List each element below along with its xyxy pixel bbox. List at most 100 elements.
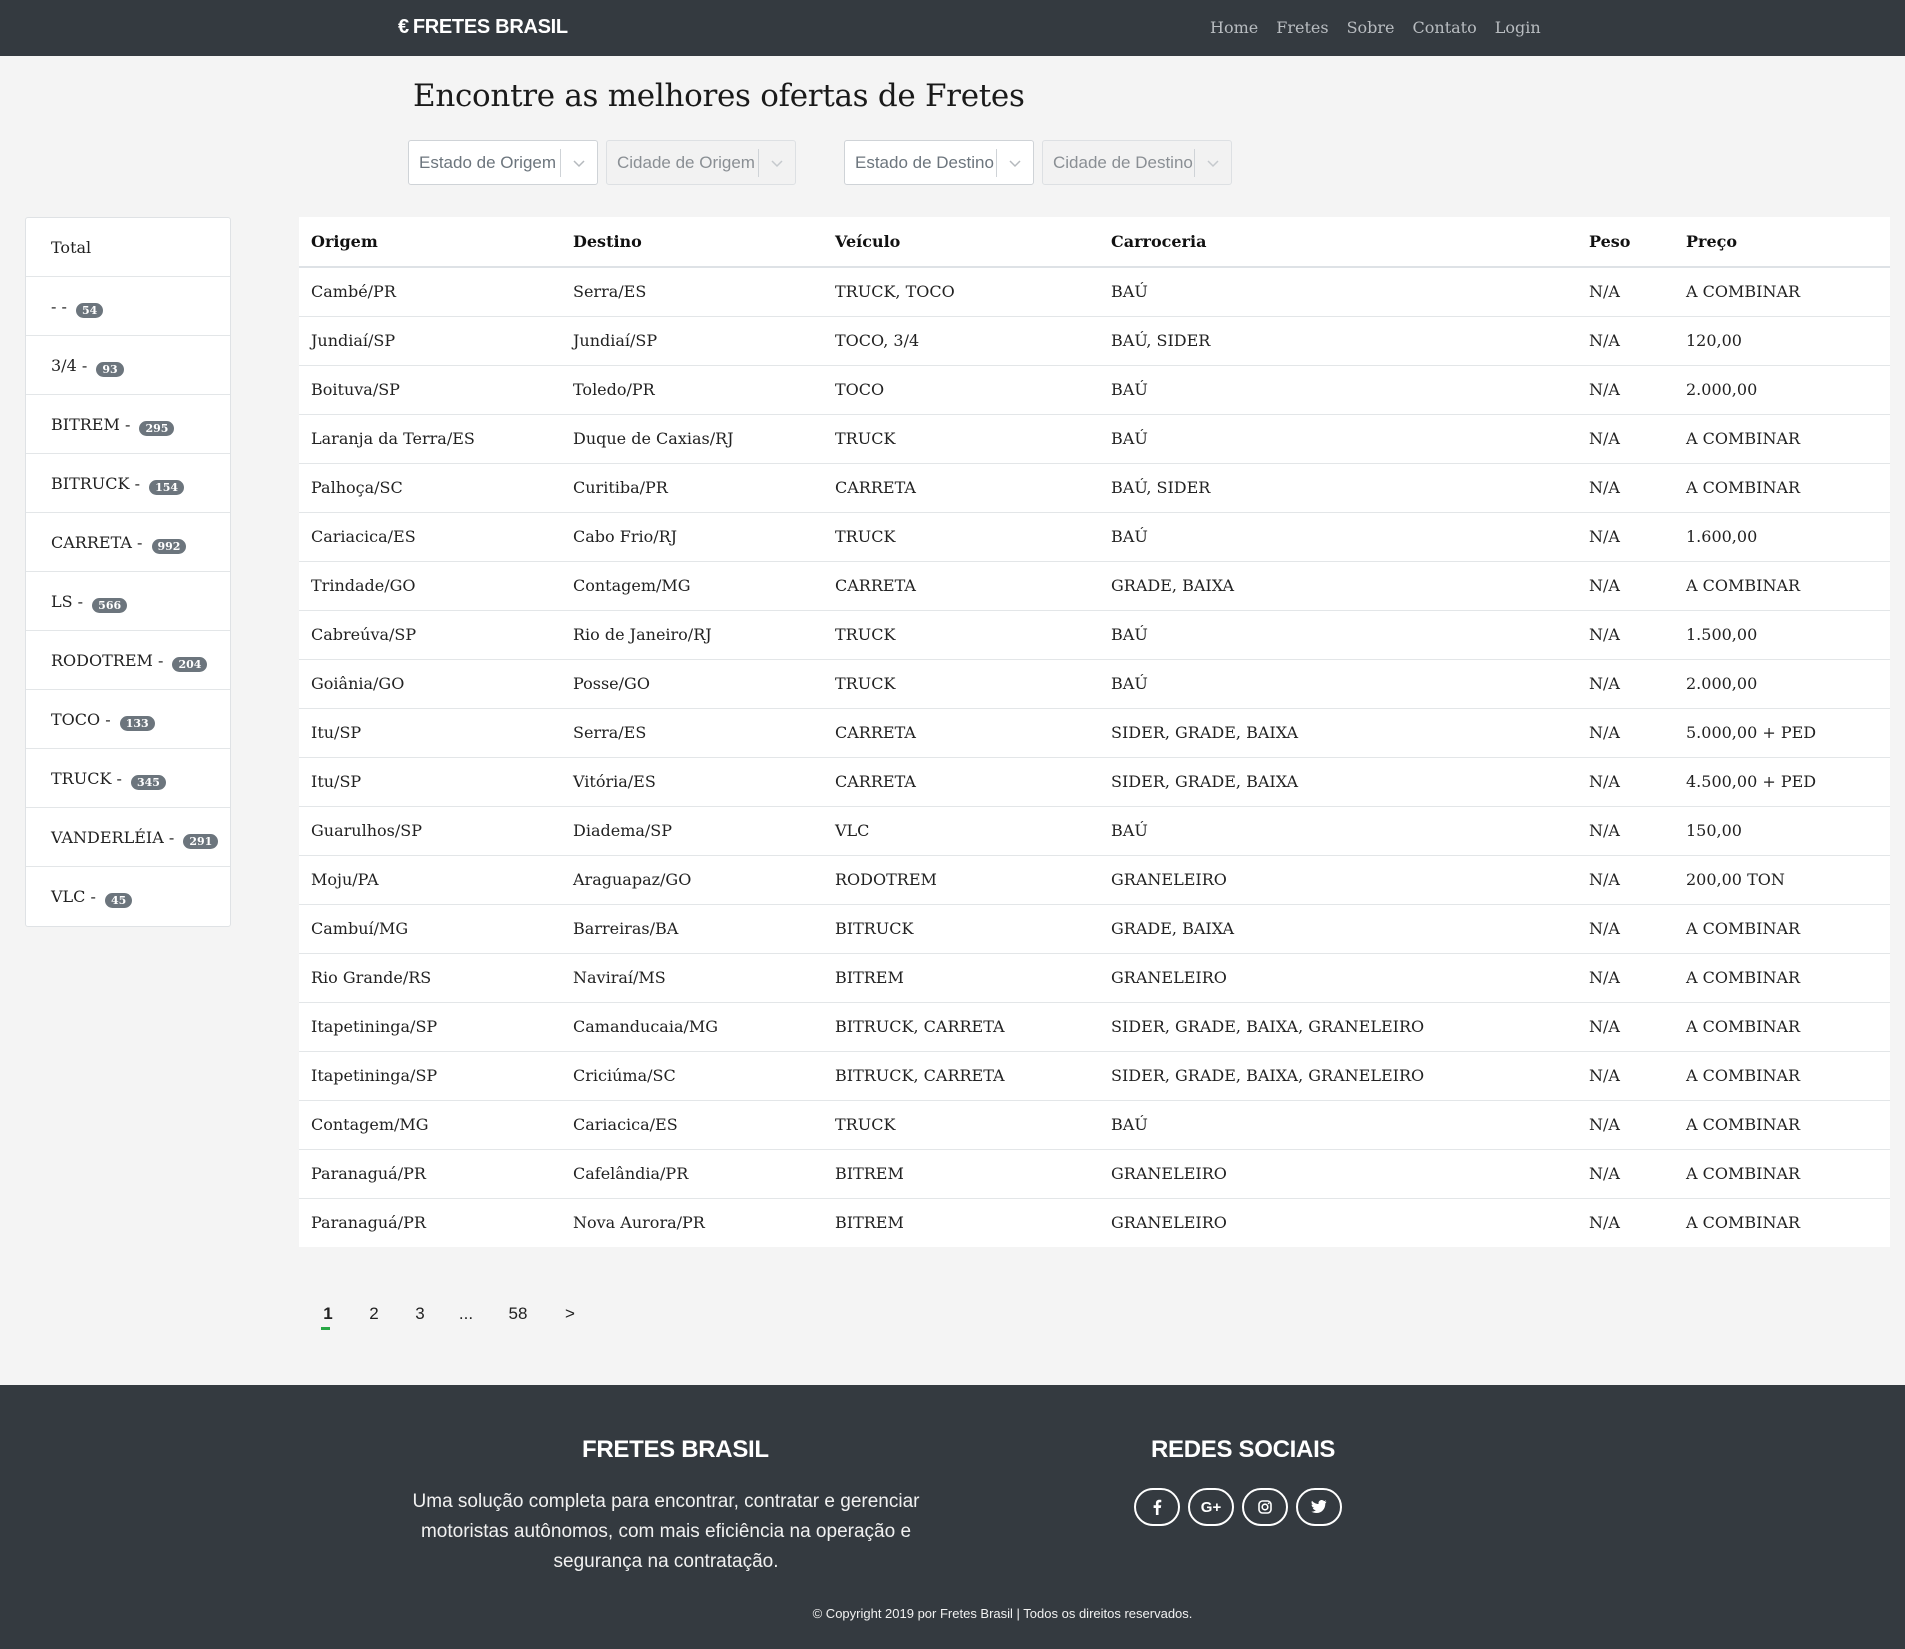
page-ellipsis: ... — [458, 1304, 474, 1323]
estado-destino-select[interactable]: Estado de Destino — [844, 140, 1034, 185]
cell-veiculo: CARRETA — [823, 708, 1099, 758]
sidebar-item[interactable]: LS - 566 — [26, 572, 230, 631]
cell-origem: Cabreúva/SP — [299, 610, 561, 660]
count-badge: 345 — [130, 774, 166, 790]
cell-peso: N/A — [1577, 463, 1674, 513]
instagram-icon[interactable] — [1242, 1488, 1288, 1526]
cell-origem: Moju/PA — [299, 855, 561, 905]
facebook-icon[interactable] — [1134, 1488, 1180, 1526]
table-row[interactable]: Itu/SP Serra/ES CARRETA SIDER, GRADE, BAIXA… — [299, 708, 1890, 758]
nav-link-login[interactable]: Login — [1486, 18, 1550, 37]
cell-peso: N/A — [1577, 561, 1674, 611]
table-row[interactable]: Trindade/GO Contagem/MG CARRETA GRADE, BAIX… — [299, 561, 1890, 611]
sidebar-item-label: LS — [51, 591, 73, 611]
cidade-origem-select[interactable]: Cidade de Origem — [606, 140, 796, 185]
count-badge: 93 — [96, 361, 124, 377]
brand-icon: € — [398, 16, 409, 38]
cell-origem: Goiânia/GO — [299, 659, 561, 709]
twitter-icon[interactable] — [1296, 1488, 1342, 1526]
cell-peso: N/A — [1577, 1002, 1674, 1052]
table-row[interactable]: Cabreúva/SP Rio de Janeiro/RJ TRUCK BAÚ N/A 1… — [299, 610, 1890, 660]
estado-destino-placeholder: Estado de Destino — [855, 152, 994, 172]
brand-logo[interactable]: € FRETES BRASIL — [398, 16, 568, 39]
cell-origem: Guarulhos/SP — [299, 806, 561, 856]
table-row[interactable]: Palhoça/SC Curitiba/PR CARRETA BAÚ, SIDER N/… — [299, 463, 1890, 513]
nav-link-contato[interactable]: Contato — [1404, 18, 1486, 37]
nav-link-sobre[interactable]: Sobre — [1338, 18, 1404, 37]
cell-peso: N/A — [1577, 316, 1674, 366]
table-row[interactable]: Guarulhos/SP Diadema/SP VLC BAÚ N/A 150,00 — [299, 806, 1890, 856]
cell-destino: Serra/ES — [561, 267, 823, 317]
sidebar-item[interactable]: CARRETA - 992 — [26, 513, 230, 572]
table-row[interactable]: Cambé/PR Serra/ES TRUCK, TOCO BAÚ N/A A COMBI… — [299, 267, 1890, 317]
next-page-button[interactable]: > — [547, 1304, 593, 1330]
sidebar-item[interactable]: - - 54 — [26, 277, 230, 336]
table-row[interactable]: Contagem/MG Cariacica/ES TRUCK BAÚ N/A A COMB… — [299, 1100, 1890, 1150]
table-header-row: Origem Destino Veículo Carroceria Peso P… — [299, 217, 1890, 268]
nav-link-fretes[interactable]: Fretes — [1267, 18, 1337, 37]
column-header-peso: Peso — [1577, 217, 1674, 268]
cell-carroceria: GRADE, BAIXA — [1099, 904, 1577, 954]
cell-peso: N/A — [1577, 1100, 1674, 1150]
cell-veiculo: TRUCK — [823, 1100, 1099, 1150]
cell-destino: Serra/ES — [561, 708, 823, 758]
table-row[interactable]: Itapetininga/SP Camanducaia/MG BITRUCK, CA… — [299, 1002, 1890, 1052]
cell-preco: 2.000,00 — [1674, 365, 1890, 415]
cell-origem: Trindade/GO — [299, 561, 561, 611]
table-row[interactable]: Paranaguá/PR Nova Aurora/PR BITREM GRANELEI… — [299, 1198, 1890, 1247]
sidebar-item-label: BITREM — [51, 414, 120, 434]
sidebar-item[interactable]: BITREM - 295 — [26, 395, 230, 454]
cell-preco: A COMBINAR — [1674, 1051, 1890, 1101]
cell-origem: Itu/SP — [299, 757, 561, 807]
table-row[interactable]: Paranaguá/PR Cafelândia/PR BITREM GRANELEIR… — [299, 1149, 1890, 1199]
sidebar-item[interactable]: BITRUCK - 154 — [26, 454, 230, 513]
chevron-down-icon — [771, 160, 783, 168]
table-row[interactable]: Jundiaí/SP Jundiaí/SP TOCO, 3/4 BAÚ, SIDER N… — [299, 316, 1890, 366]
sidebar-item[interactable]: VLC - 45 — [26, 867, 230, 926]
cell-veiculo: TRUCK — [823, 414, 1099, 464]
chevron-down-icon — [573, 160, 585, 168]
cell-carroceria: SIDER, GRADE, BAIXA — [1099, 757, 1577, 807]
page-link-2[interactable]: 2 — [351, 1304, 397, 1330]
sidebar-item-total[interactable]: Total — [26, 218, 230, 277]
nav-link-home[interactable]: Home — [1210, 18, 1267, 37]
table-row[interactable]: Itu/SP Vitória/ES CARRETA SIDER, GRADE, BAI… — [299, 757, 1890, 807]
sidebar-item[interactable]: RODOTREM - 204 — [26, 631, 230, 690]
cell-destino: Cabo Frio/RJ — [561, 512, 823, 562]
table-row[interactable]: Moju/PA Araguapaz/GO RODOTREM GRANELEIRO N/A… — [299, 855, 1890, 905]
page-link-58[interactable]: 58 — [489, 1304, 547, 1330]
table-row[interactable]: Itapetininga/SP Criciúma/SC BITRUCK, CARRE… — [299, 1051, 1890, 1101]
page-link-3[interactable]: 3 — [397, 1304, 443, 1330]
sidebar-item[interactable]: 3/4 - 93 — [26, 336, 230, 395]
table-row[interactable]: Laranja da Terra/ES Duque de Caxias/RJ TRU… — [299, 414, 1890, 464]
table-row[interactable]: Cambuí/MG Barreiras/BA BITRUCK GRADE, BAIXA… — [299, 904, 1890, 954]
table-row[interactable]: Cariacica/ES Cabo Frio/RJ TRUCK BAÚ N/A 1.600… — [299, 512, 1890, 562]
sidebar-item[interactable]: VANDERLÉIA - 291 — [26, 808, 230, 867]
cell-destino: Toledo/PR — [561, 365, 823, 415]
cell-preco: A COMBINAR — [1674, 904, 1890, 954]
select-divider — [996, 149, 997, 177]
cidade-destino-select[interactable]: Cidade de Destino — [1042, 140, 1232, 185]
cell-carroceria: GRANELEIRO — [1099, 953, 1577, 1003]
cell-destino: Cafelândia/PR — [561, 1149, 823, 1199]
nav-links: Home Fretes Sobre Contato Login — [1210, 18, 1550, 37]
cell-peso: N/A — [1577, 610, 1674, 660]
sidebar-item[interactable]: TRUCK - 345 — [26, 749, 230, 808]
cell-carroceria: SIDER, GRADE, BAIXA — [1099, 708, 1577, 758]
cell-preco: 5.000,00 + PED — [1674, 708, 1890, 758]
table-row[interactable]: Rio Grande/RS Naviraí/MS BITREM GRANELEIRO N… — [299, 953, 1890, 1003]
page-link-1[interactable]: 1 — [305, 1304, 351, 1330]
cell-preco: A COMBINAR — [1674, 1002, 1890, 1052]
cell-preco: 1.600,00 — [1674, 512, 1890, 562]
count-badge: 204 — [172, 656, 208, 672]
cell-origem: Contagem/MG — [299, 1100, 561, 1150]
cell-veiculo: CARRETA — [823, 561, 1099, 611]
cell-destino: Posse/GO — [561, 659, 823, 709]
google-plus-icon[interactable]: G+ — [1188, 1488, 1234, 1526]
table-row[interactable]: Boituva/SP Toledo/PR TOCO BAÚ N/A 2.000,00 — [299, 365, 1890, 415]
estado-origem-select[interactable]: Estado de Origem — [408, 140, 598, 185]
cell-peso: N/A — [1577, 953, 1674, 1003]
table-row[interactable]: Goiânia/GO Posse/GO TRUCK BAÚ N/A 2.000,00 — [299, 659, 1890, 709]
cell-veiculo: TRUCK, TOCO — [823, 267, 1099, 317]
sidebar-item[interactable]: TOCO - 133 — [26, 690, 230, 749]
